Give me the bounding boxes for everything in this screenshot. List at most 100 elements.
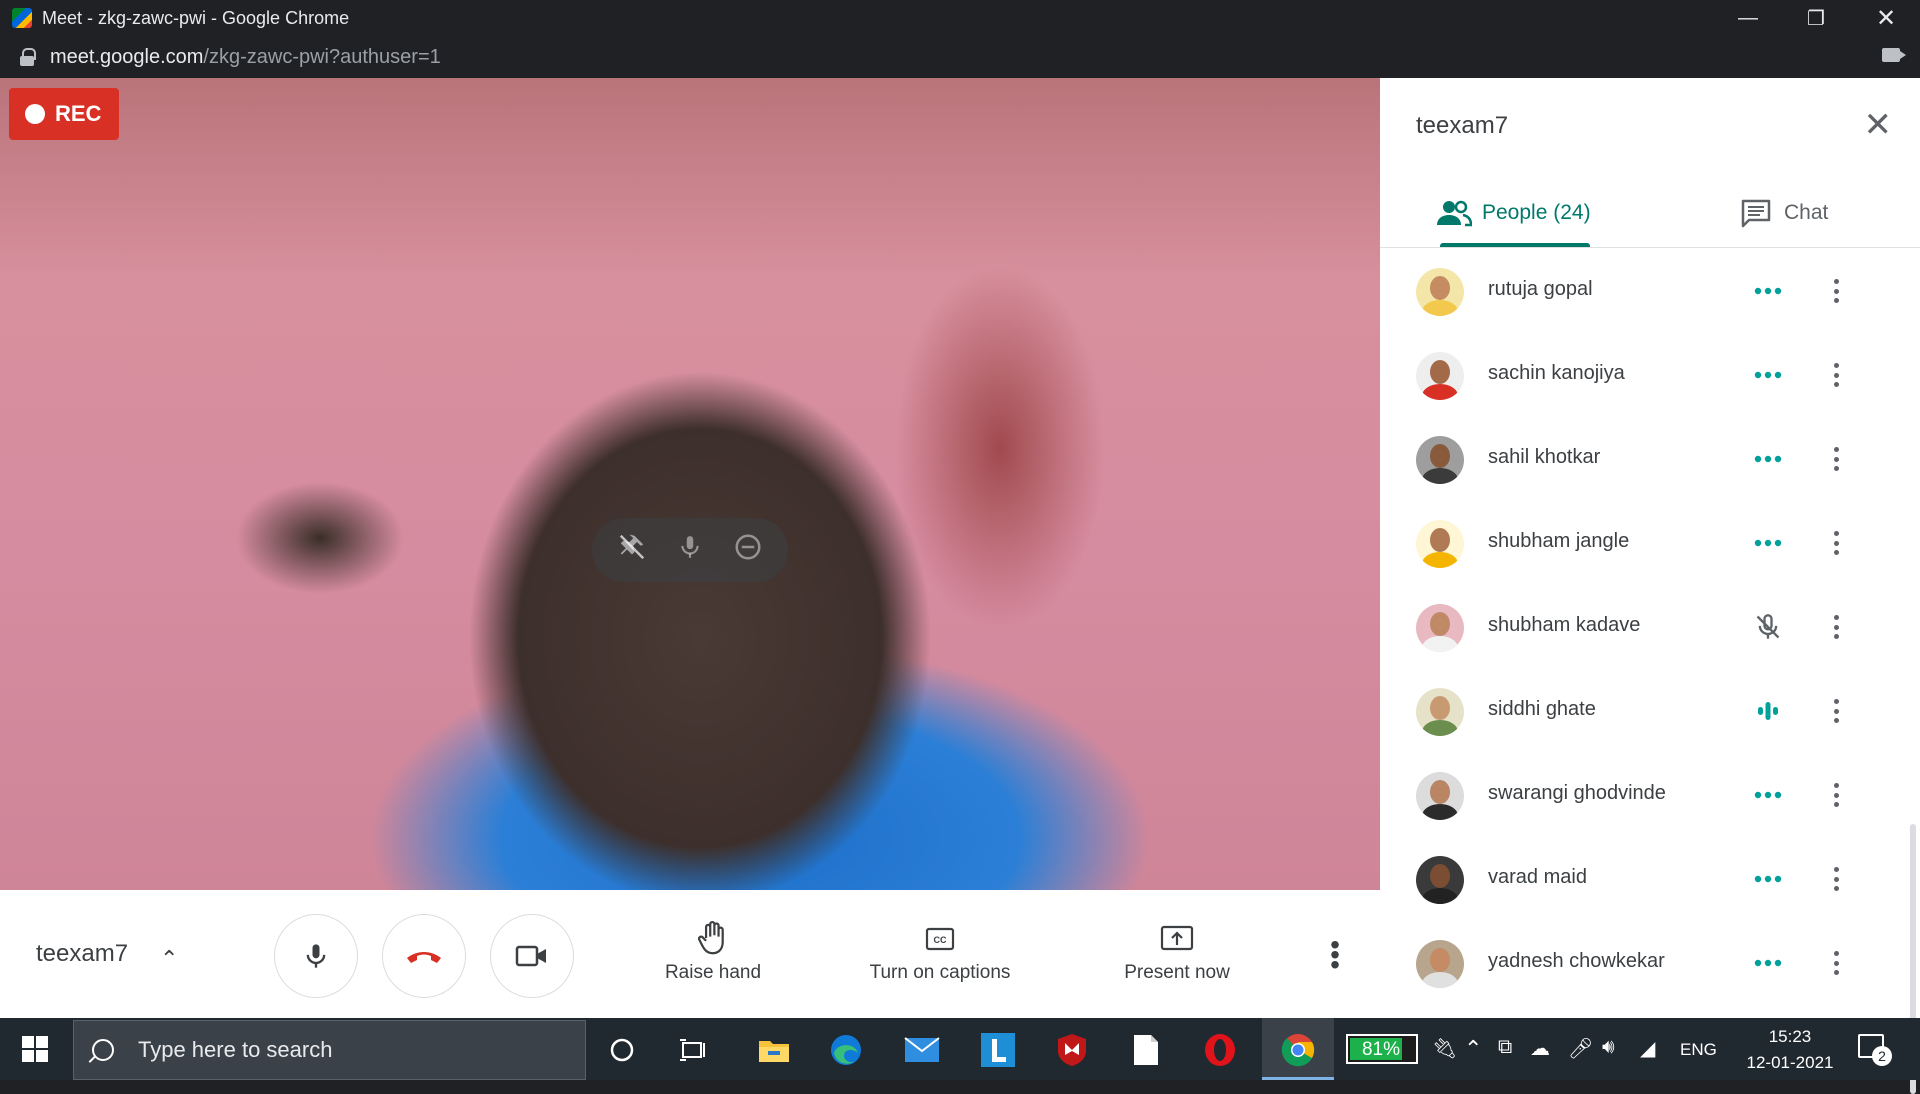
restore-button[interactable]: ❐ [1782, 0, 1850, 36]
participant-name: swarangi ghodvinde [1488, 782, 1666, 804]
more-dots-icon[interactable] [1750, 948, 1786, 978]
more-dots-icon[interactable] [1750, 528, 1786, 558]
tab-chat[interactable]: Chat [1740, 188, 1828, 238]
people-panel: teexam7 ✕ People (24) Chat rutuja gopal s… [1380, 78, 1920, 1094]
avatar [1416, 604, 1464, 652]
task-view-icon[interactable] [672, 1030, 712, 1070]
edge-browser-icon[interactable] [826, 1030, 866, 1070]
minimize-button[interactable]: — [1714, 0, 1782, 36]
onedrive-error-icon[interactable]: ☁︎ [1530, 1036, 1550, 1061]
tile-hover-controls [592, 518, 788, 582]
present-now-button[interactable]: Present now [1114, 920, 1240, 984]
more-dots-icon[interactable] [1750, 444, 1786, 474]
more-dots-icon[interactable] [1750, 864, 1786, 894]
close-window-button[interactable]: ✕ [1852, 0, 1920, 36]
participant-more-options-icon[interactable] [1831, 696, 1841, 726]
microphone-tray-icon[interactable]: 🎤︎ [1568, 1036, 1593, 1061]
chrome-icon[interactable] [1278, 1030, 1318, 1070]
participant-row[interactable]: shubham kadave [1380, 584, 1920, 668]
participant-row[interactable]: siddhi ghate [1380, 668, 1920, 752]
url-text[interactable]: meet.google.com/zkg-zawc-pwi?authuser=1 [50, 46, 441, 69]
participant-list: rutuja gopal sachin kanojiya sahil khotkar… [1380, 248, 1920, 1018]
more-dots-icon[interactable] [1750, 276, 1786, 306]
wifi-icon[interactable]: ◢ [1640, 1036, 1655, 1061]
participant-row[interactable]: swarangi ghodvinde [1380, 752, 1920, 836]
participant-name: siddhi ghate [1488, 698, 1596, 720]
camera-button[interactable] [490, 914, 574, 998]
file-explorer-icon[interactable] [754, 1030, 794, 1070]
participant-more-options-icon[interactable] [1831, 528, 1841, 558]
notification-count: 2 [1872, 1046, 1892, 1066]
participant-name: sachin kanojiya [1488, 362, 1625, 384]
chevron-up-tray-icon[interactable]: ⌃ [1464, 1036, 1482, 1062]
participant-more-options-icon[interactable] [1831, 612, 1841, 642]
address-bar[interactable]: meet.google.com/zkg-zawc-pwi?authuser=1 [0, 36, 1920, 78]
participant-row[interactable]: sachin kanojiya [1380, 332, 1920, 416]
power-plug-icon[interactable]: 🔌︎ [1432, 1036, 1457, 1061]
record-dot-icon [25, 104, 45, 124]
main-video-tile [0, 78, 1380, 890]
speaking-icon[interactable] [1750, 696, 1786, 726]
more-dots-icon[interactable] [1750, 360, 1786, 390]
participant-more-options-icon[interactable] [1831, 780, 1841, 810]
participant-row[interactable]: varad maid [1380, 836, 1920, 920]
taskbar-search-box[interactable]: Type here to search [73, 1020, 586, 1080]
raise-hand-button[interactable]: Raise hand [658, 920, 768, 984]
participant-row[interactable]: yadnesh chowkekar [1380, 920, 1920, 1004]
opera-icon[interactable] [1200, 1030, 1240, 1070]
avatar-body [1422, 720, 1458, 736]
mute-participant-icon[interactable] [677, 532, 703, 569]
leave-call-button[interactable] [382, 914, 466, 998]
remove-participant-icon[interactable] [733, 532, 763, 569]
l-app-icon[interactable] [978, 1030, 1018, 1070]
more-options-icon[interactable]: • • • [1330, 931, 1340, 979]
participant-more-options-icon[interactable] [1831, 864, 1841, 894]
participant-more-options-icon[interactable] [1831, 360, 1841, 390]
windows-start-icon[interactable] [22, 1036, 48, 1062]
avatar [1416, 352, 1464, 400]
meet-now-icon[interactable]: ⧉ [1498, 1036, 1512, 1059]
participant-row[interactable]: shubham jangle [1380, 500, 1920, 584]
mic-off-icon[interactable] [1750, 612, 1786, 642]
meeting-details-label[interactable]: teexam7 [36, 940, 128, 968]
avatar-face [1430, 360, 1450, 384]
present-now-label: Present now [1124, 962, 1230, 983]
battery-indicator[interactable]: 81% [1346, 1034, 1418, 1064]
participant-row[interactable]: rutuja gopal [1380, 248, 1920, 332]
lock-icon[interactable] [20, 48, 36, 66]
chevron-up-icon[interactable]: ⌃ [160, 946, 178, 972]
browser-title-bar: Meet - zkg-zawc-pwi - Google Chrome [0, 0, 1920, 36]
mcafee-icon[interactable] [1052, 1030, 1092, 1070]
avatar-body [1422, 972, 1458, 988]
action-center-icon[interactable]: 2 [1858, 1034, 1892, 1066]
more-dots-icon[interactable] [1750, 780, 1786, 810]
avatar-face [1430, 444, 1450, 468]
participant-name: shubham kadave [1488, 614, 1641, 636]
cortana-icon[interactable] [602, 1030, 642, 1070]
participant-row[interactable]: sahil khotkar [1380, 416, 1920, 500]
camera-in-use-icon[interactable] [1882, 48, 1906, 62]
avatar [1416, 268, 1464, 316]
avatar [1416, 772, 1464, 820]
participant-more-options-icon[interactable] [1831, 948, 1841, 978]
taskbar-clock[interactable]: 15:23 12-01-2021 [1740, 1024, 1840, 1076]
mail-icon[interactable] [902, 1030, 942, 1070]
volume-icon[interactable]: 🔊︎ [1602, 1036, 1615, 1059]
microphone-button[interactable] [274, 914, 358, 998]
close-panel-icon[interactable]: ✕ [1864, 108, 1893, 142]
captions-label: Turn on captions [869, 962, 1011, 983]
rec-label: REC [55, 101, 102, 126]
url-host: meet.google.com [50, 45, 204, 68]
language-indicator[interactable]: ENG [1680, 1040, 1717, 1060]
participant-name: varad maid [1488, 866, 1587, 888]
captions-button[interactable]: CC Turn on captions [858, 920, 1022, 984]
notepad-icon[interactable] [1126, 1030, 1166, 1070]
tab-people[interactable]: People (24) [1436, 188, 1591, 238]
participant-more-options-icon[interactable] [1831, 276, 1841, 306]
participant-more-options-icon[interactable] [1831, 444, 1841, 474]
battery-percentage: 81% [1361, 1039, 1401, 1060]
pin-off-icon[interactable] [617, 532, 647, 569]
window-title: Meet - zkg-zawc-pwi - Google Chrome [42, 7, 350, 28]
closed-captions-icon: CC [925, 927, 955, 951]
avatar [1416, 688, 1464, 736]
